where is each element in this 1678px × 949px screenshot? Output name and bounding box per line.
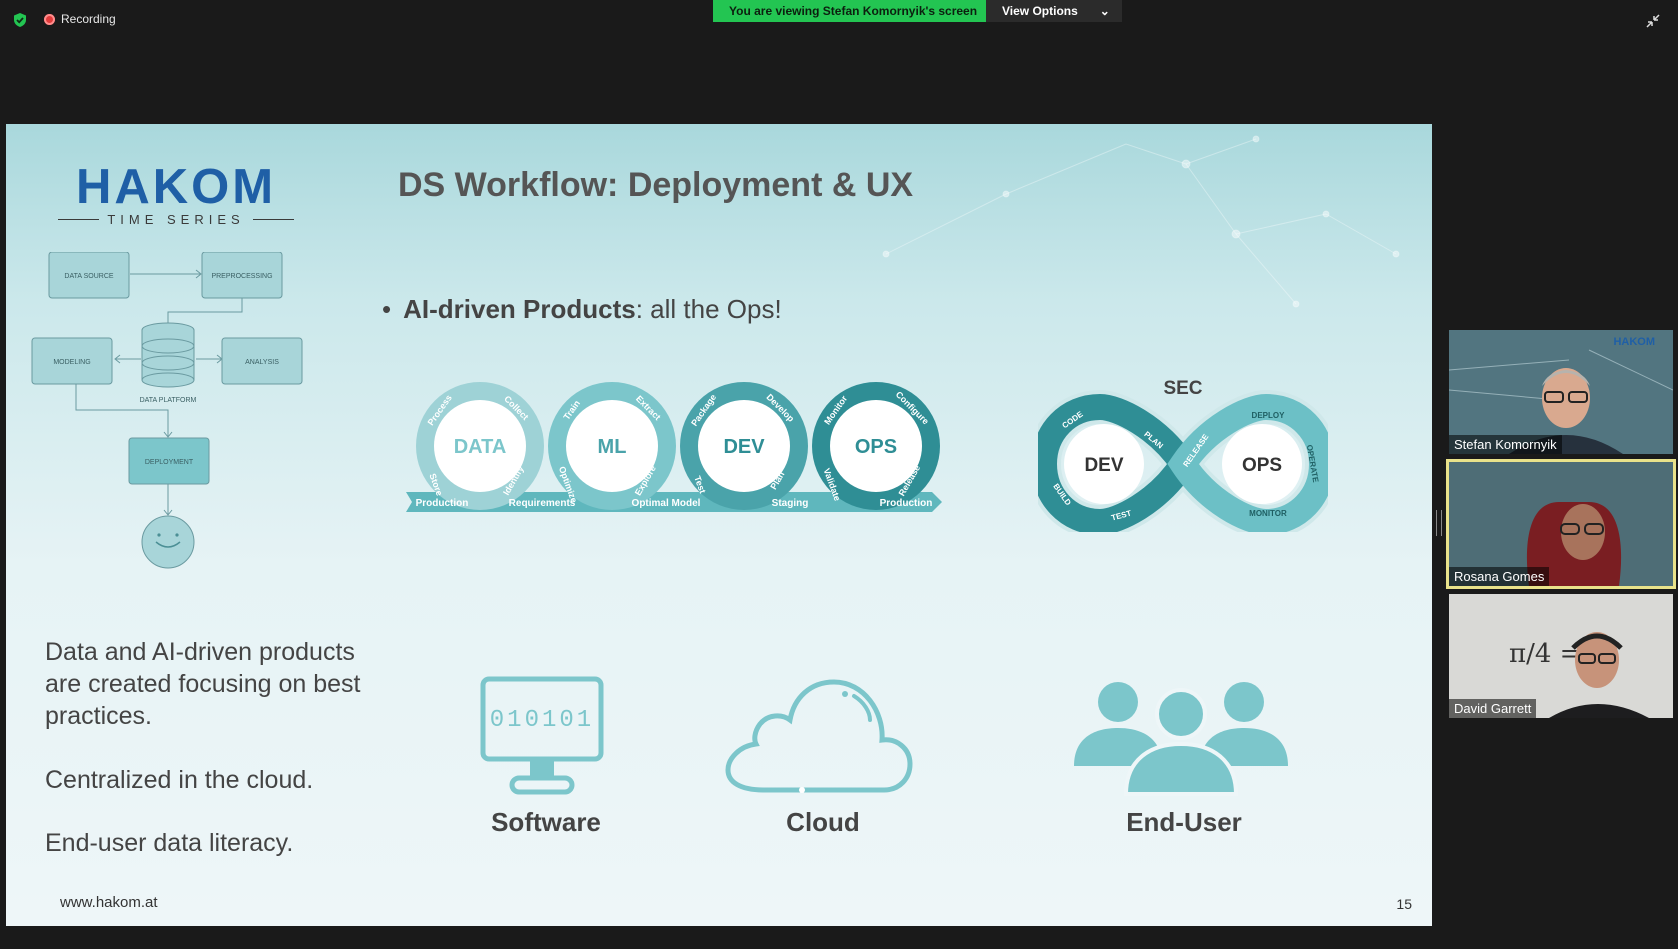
cloud-icon [725, 679, 913, 793]
flow-deployment-label: DEPLOYMENT [145, 459, 194, 466]
security-shield-icon[interactable] [12, 12, 28, 28]
end-user-group-icon [1074, 682, 1288, 796]
footer-url: www.hakom.at [60, 894, 158, 911]
recording-label: Recording [61, 12, 116, 26]
devsecops-ops-label: OPS [1242, 455, 1282, 476]
flow-data-platform-label: DATA PLATFORM [140, 397, 197, 404]
participant-tile-stefan[interactable]: HAKOM Stefan Komornyik [1449, 330, 1673, 454]
view-options-button[interactable]: View Options ⌄ [986, 0, 1122, 22]
hakom-logo: HAKOM TIME SERIES [58, 160, 295, 227]
slide-bullet: • AI-driven Products: all the Ops! [382, 294, 782, 324]
participant-name: David Garrett [1449, 699, 1537, 718]
flow-preprocessing-label: PREPROCESSING [211, 273, 272, 280]
cycle-wheel-ml: MLTrain ExtractOptimize Explore [548, 382, 676, 510]
data-workflow-diagram: DATA SOURCE PREPROCESSING MODELING ANALY… [31, 252, 303, 569]
cycle-wheel-label: OPS [855, 436, 897, 458]
participant-tile-rosana-active-speaker[interactable]: Rosana Gomes [1446, 459, 1676, 589]
cloud-label: Cloud [786, 807, 860, 837]
software-binary-text: 010101 [490, 707, 594, 734]
logo-wordmark: HAKOM [75, 160, 277, 214]
devsecops-dev-label: DEV [1084, 455, 1123, 476]
participant-tile-david[interactable]: π/4 = Σ David Garrett [1449, 594, 1673, 718]
cycle-stage-label: Requirements [509, 498, 576, 509]
software-monitor-icon: 010101 [480, 676, 604, 795]
cycle-wheel-data: DATAProcess CollectStore Identify [416, 382, 544, 510]
devsecops-infinity-diagram: SEC DEV OPS CODE PLAN BUILD TEST RELEASE… [1038, 378, 1328, 532]
participant-name: Stefan Komornyik [1449, 435, 1562, 454]
software-label: Software [491, 807, 601, 837]
recording-indicator[interactable]: Recording [44, 12, 116, 26]
flow-analysis-label: ANALYSIS [245, 359, 279, 366]
cycle-stage-label: Optimal Model [632, 498, 701, 509]
chevron-down-icon: ⌄ [1099, 4, 1110, 18]
panel-resize-handle[interactable] [1436, 510, 1442, 536]
left-paragraph-1: Data and AI-driven products are created … [45, 638, 361, 730]
devsecops-deploy-label: DEPLOY [1252, 411, 1286, 420]
participant-background-tag: HAKOM [1613, 336, 1655, 348]
logo-subtitle: TIME SERIES [107, 212, 245, 227]
cycle-wheel-label: DATA [454, 436, 507, 458]
cycle-wheel-label: ML [598, 436, 627, 458]
slide-title: DS Workflow: Deployment & UX [398, 166, 914, 204]
cycle-wheel-ops: OPSMonitor ConfigureValidate Release [812, 382, 940, 510]
end-user-label: End-User [1126, 807, 1242, 837]
participant-name: Rosana Gomes [1449, 567, 1550, 586]
cycle-wheel-dev: DEVPackage DevelopTest Plan [680, 382, 808, 510]
bullet-bold-text: AI-driven Products [403, 294, 636, 324]
logo-subtitle-row: TIME SERIES [58, 212, 295, 227]
ai-ops-cycle-diagram: DATAProcess CollectStore IdentifyMLTrain Ex… [406, 382, 942, 512]
bullet-rest-text: : all the Ops! [635, 294, 782, 324]
left-paragraph-2: Centralized in the cloud. [45, 766, 314, 794]
meeting-top-bar: Recording You are viewing Stefan Komorny… [0, 0, 1678, 40]
view-options-label: View Options [1002, 4, 1078, 18]
shared-screen-slide: HAKOM TIME SERIES DS Workflow: Deploymen… [6, 124, 1432, 926]
devsecops-monitor-label: MONITOR [1249, 509, 1287, 518]
slide-page-number: 15 [1396, 896, 1412, 912]
viewing-screen-banner: You are viewing Stefan Komornyik's scree… [713, 0, 994, 22]
flow-data-source-label: DATA SOURCE [64, 273, 113, 280]
cycle-stage-label: Production [880, 498, 933, 509]
flow-modeling-label: MODELING [53, 359, 90, 366]
left-paragraph-3: End-user data literacy. [45, 829, 294, 857]
cycle-stage-label: Production [416, 498, 469, 509]
devsecops-sec-label: SEC [1163, 378, 1202, 399]
cycle-wheel-label: DEV [723, 436, 765, 458]
cycle-stage-label: Staging [772, 498, 809, 509]
recording-dot-icon [44, 13, 55, 25]
exit-fullscreen-icon[interactable] [1644, 12, 1662, 30]
